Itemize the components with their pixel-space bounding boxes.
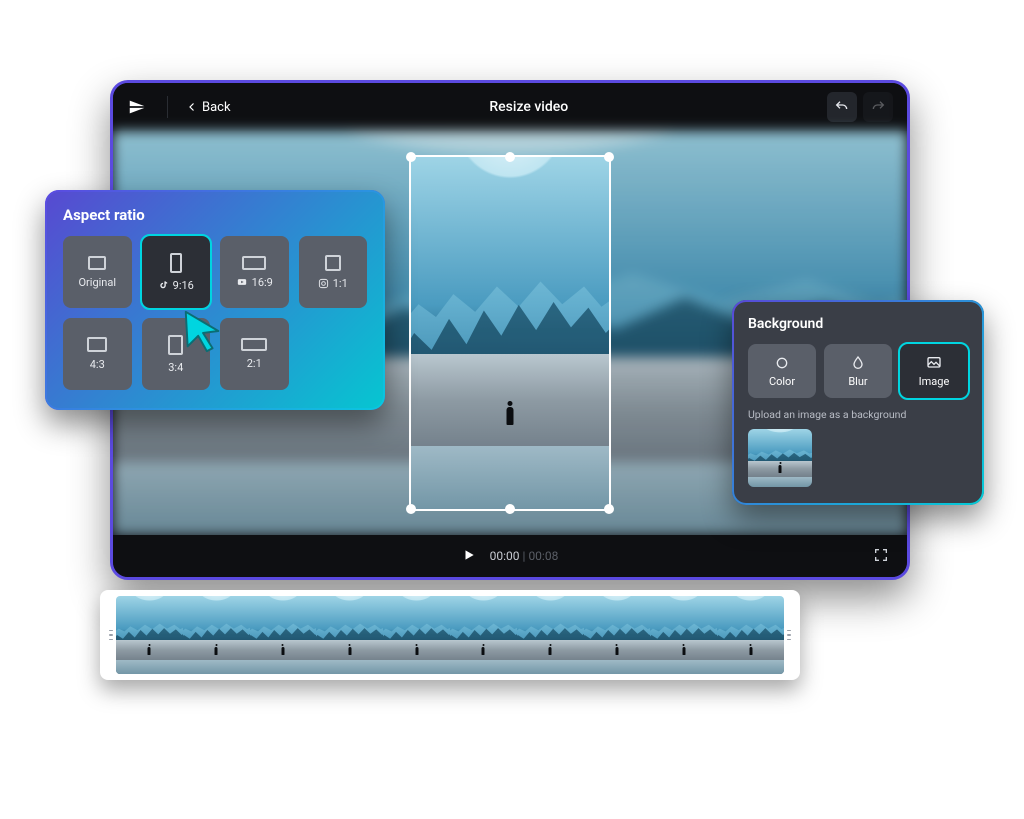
ratio-label: 3:4 (168, 361, 183, 374)
timeline-handle-left[interactable] (106, 612, 116, 658)
top-bar: Back Resize video (113, 83, 907, 131)
ratio-tile-9-16[interactable]: 9:16 (142, 236, 211, 308)
aspect-ratio-grid: Original 9:16 16:9 1 (63, 236, 367, 390)
ratio-tile-4-3[interactable]: 4:3 (63, 318, 132, 390)
capcut-logo-icon (127, 96, 149, 118)
tab-label: Blur (848, 375, 867, 388)
ratio-shape-icon (242, 256, 266, 270)
timeline[interactable] (100, 590, 800, 680)
timeline-handle-right[interactable] (784, 612, 794, 658)
image-icon (926, 355, 942, 371)
ratio-shape-icon (170, 253, 182, 273)
time-display: 00:00 | 00:08 (490, 549, 559, 563)
ratio-shape-icon (241, 338, 267, 351)
tab-label: Color (769, 375, 795, 388)
time-duration: 00:08 (528, 549, 558, 563)
crop-handle-t[interactable] (505, 152, 515, 162)
undo-button[interactable] (827, 92, 857, 122)
ratio-shape-icon (87, 337, 107, 352)
top-actions (827, 92, 893, 122)
background-tab-color[interactable]: Color (748, 344, 816, 398)
fullscreen-icon (873, 547, 889, 563)
background-tab-blur[interactable]: Blur (824, 344, 892, 398)
ratio-shape-icon (325, 255, 341, 271)
droplet-icon (850, 355, 866, 371)
ratio-tile-2-1[interactable]: 2:1 (220, 318, 289, 390)
background-hint: Upload an image as a background (748, 408, 968, 421)
chevron-left-icon (186, 101, 198, 113)
ratio-label: 1:1 (333, 277, 348, 290)
youtube-icon (236, 277, 248, 287)
crop-handle-b[interactable] (505, 504, 515, 514)
ratio-shape-icon (88, 256, 106, 270)
background-tabs: Color Blur Image (748, 344, 968, 398)
ratio-label: 4:3 (90, 358, 105, 371)
timeline-frame (316, 596, 383, 674)
redo-button[interactable] (863, 92, 893, 122)
timeline-frame (183, 596, 250, 674)
divider (167, 96, 168, 118)
circle-icon (774, 355, 790, 371)
timeline-frame (650, 596, 717, 674)
redo-icon (870, 99, 886, 115)
timeline-frames[interactable] (116, 596, 784, 674)
aspect-ratio-panel: Aspect ratio Original 9:16 16:9 (45, 190, 385, 410)
crop-handle-br[interactable] (604, 504, 614, 514)
timeline-frame (517, 596, 584, 674)
background-thumbnail[interactable] (748, 429, 812, 487)
timeline-frame (450, 596, 517, 674)
back-button[interactable]: Back (186, 100, 231, 115)
background-panel: Background Color Blur Image Upload an im… (732, 300, 984, 505)
timeline-frame (116, 596, 183, 674)
crop-handle-tr[interactable] (604, 152, 614, 162)
instagram-icon (318, 278, 329, 289)
play-button[interactable] (462, 548, 476, 565)
tab-label: Image (919, 375, 950, 388)
tiktok-icon (158, 280, 169, 291)
fullscreen-button[interactable] (873, 547, 889, 566)
ratio-label: 16:9 (252, 276, 273, 289)
time-current: 00:00 (490, 549, 520, 563)
back-label: Back (202, 100, 231, 115)
background-panel-title: Background (748, 316, 968, 332)
ratio-tile-3-4[interactable]: 3:4 (142, 318, 211, 390)
background-tab-image[interactable]: Image (900, 344, 968, 398)
ratio-label: Original (78, 276, 116, 289)
undo-icon (834, 99, 850, 115)
timeline-frame (383, 596, 450, 674)
ratio-label: 2:1 (247, 357, 262, 370)
aspect-panel-title: Aspect ratio (63, 206, 367, 224)
crop-handle-tl[interactable] (406, 152, 416, 162)
ratio-shape-icon (168, 335, 183, 355)
timeline-frame (717, 596, 784, 674)
timeline-frame (250, 596, 317, 674)
ratio-label: 9:16 (173, 279, 194, 292)
crop-handle-bl[interactable] (406, 504, 416, 514)
timeline-frame (584, 596, 651, 674)
play-bar: 00:00 | 00:08 (113, 535, 907, 577)
ratio-tile-original[interactable]: Original (63, 236, 132, 308)
ratio-tile-1-1[interactable]: 1:1 (299, 236, 368, 308)
crop-frame[interactable] (411, 157, 609, 509)
ratio-tile-16-9[interactable]: 16:9 (220, 236, 289, 308)
stage: Back Resize video (0, 0, 1024, 819)
play-icon (462, 548, 476, 562)
page-title: Resize video (245, 99, 813, 115)
